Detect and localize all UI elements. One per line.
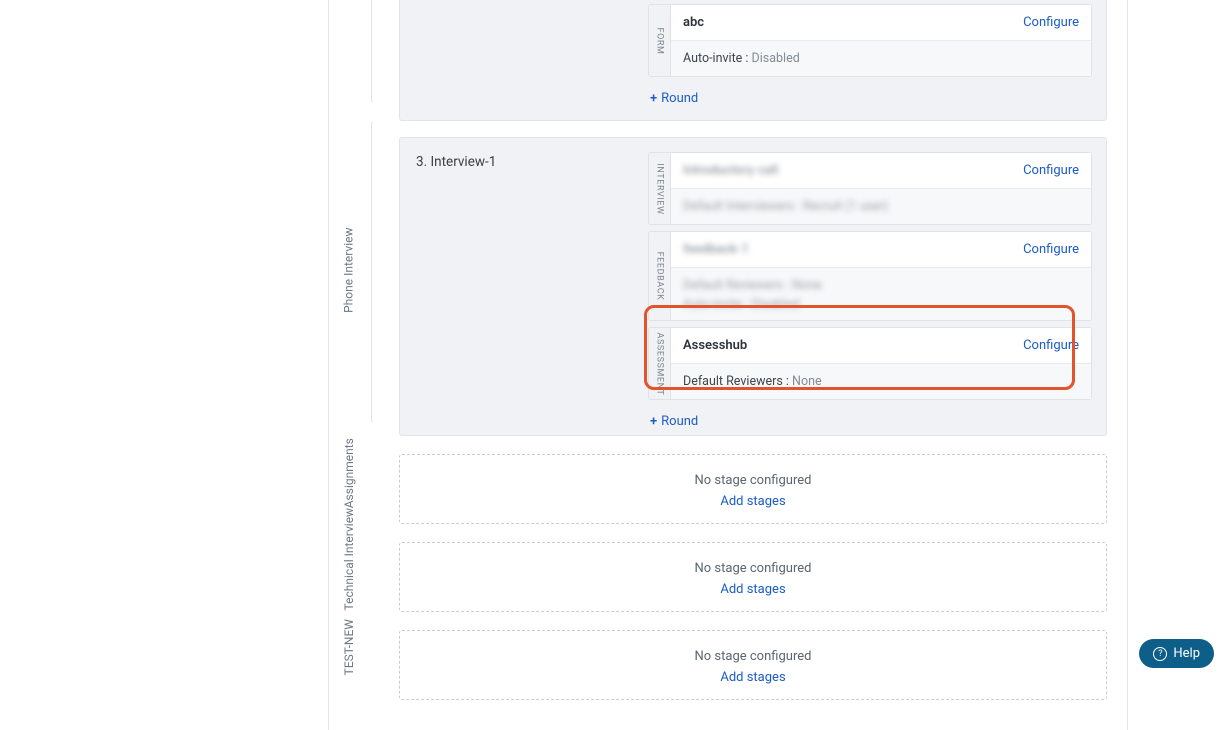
assessment-card: ASSESSMENT Assesshub Configure Default R… [648,327,1092,400]
feedback-meta1: Default Reviewers : None [683,278,1079,293]
plus-icon: + [650,414,657,429]
assessment-title: Assesshub [683,338,747,353]
assessment-tag: ASSESSMENT [649,328,671,399]
stage-side-label-phone-interview: Phone Interview [328,230,370,310]
interview-title: Introductory call [683,163,778,178]
interview-tag: INTERVIEW [649,153,671,224]
stage-box-prev: FORM abc Configure Auto-invite : Disable… [399,0,1107,121]
feedback-tag: FEEDBACK [649,232,671,320]
stage-side-label-test-new: TEST-NEW [328,614,370,680]
form-meta-value: Disabled [748,51,799,66]
form-title: abc [683,15,704,30]
stage-side-label-assignments: Assignments [328,440,370,506]
form-meta-label: Auto-invite : [683,51,748,66]
interview-meta: Default Interviewers : Recruit (1 user) [683,199,888,214]
empty-stage-technical-interview: No stage configured Add stages [399,542,1107,612]
form-card: FORM abc Configure Auto-invite : Disable… [648,4,1092,77]
feedback-card: FEEDBACK feedback-1 Configure Default Re… [648,231,1092,321]
interview-configure-link[interactable]: Configure [1023,163,1079,178]
assessment-meta-label: Default Reviewers : [683,374,789,389]
empty-stage-assignments: No stage configured Add stages [399,454,1107,524]
stage-side-label-technical-interview: Technical Interview [328,526,370,592]
add-stages-link[interactable]: Add stages [720,494,785,509]
stage-title: 3. Interview-1 [400,138,512,186]
interview-card: INTERVIEW Introductory call Configure De… [648,152,1092,225]
stage-box-interview1: 3. Interview-1 INTERVIEW Introductory ca… [399,137,1107,436]
no-stage-msg: No stage configured [400,473,1106,488]
help-button[interactable]: ? Help [1139,639,1214,668]
no-stage-msg: No stage configured [400,561,1106,576]
feedback-meta2: Auto-invite : Disabled [683,297,1079,312]
feedback-title: feedback-1 [683,242,749,257]
form-configure-link[interactable]: Configure [1023,15,1079,30]
no-stage-msg: No stage configured [400,649,1106,664]
form-tag: FORM [649,5,671,76]
add-round-button[interactable]: + Round [400,410,1106,435]
assessment-configure-link[interactable]: Configure [1023,338,1079,353]
plus-icon: + [650,91,657,106]
add-stages-link[interactable]: Add stages [720,582,785,597]
add-stages-link[interactable]: Add stages [720,670,785,685]
help-icon: ? [1153,647,1167,661]
empty-stage-test-new: No stage configured Add stages [399,630,1107,700]
add-round-button[interactable]: + Round [400,87,1106,112]
feedback-configure-link[interactable]: Configure [1023,242,1079,257]
assessment-meta-value: None [789,374,822,389]
